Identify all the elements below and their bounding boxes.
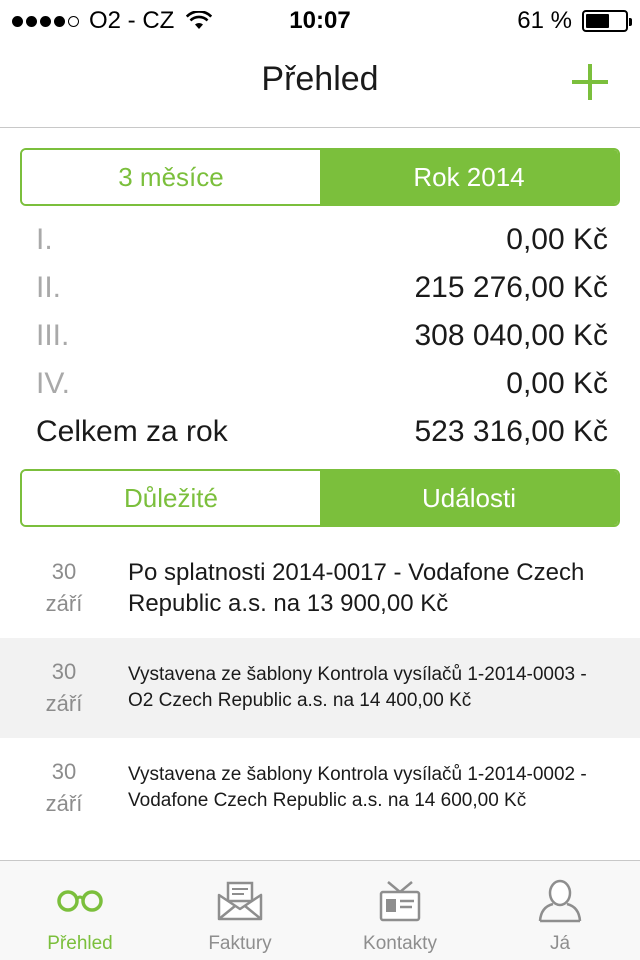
tab-label: Faktury — [208, 933, 272, 954]
event-month: září — [45, 791, 83, 816]
envelope-icon — [215, 879, 265, 923]
battery-percent: 61 % — [517, 7, 572, 34]
quarter-value: 0,00 Kč — [506, 223, 608, 256]
event-text: Vystavena ze šablony Kontrola vysílačů 1… — [128, 664, 587, 711]
quarter-row: IV. 0,00 Kč — [36, 360, 608, 408]
segment-important[interactable]: Důležité — [22, 471, 320, 525]
event-date: 30 září — [0, 656, 128, 720]
quarter-label: IV. — [36, 367, 70, 400]
event-month: září — [45, 591, 83, 616]
quarter-row: II. 215 276,00 Kč — [36, 264, 608, 312]
segment-events[interactable]: Události — [320, 471, 618, 525]
event-text: Vystavena ze šablony Kontrola vysílačů 1… — [128, 764, 587, 811]
events-list: 30 září Po splatnosti 2014-0017 - Vodafo… — [0, 538, 640, 838]
list-item[interactable]: 30 září Vystavena ze šablony Kontrola vy… — [0, 638, 640, 738]
tab-contacts[interactable]: Kontakty — [320, 861, 480, 960]
year-total-row: Celkem za rok 523 316,00 Kč — [36, 408, 608, 456]
glasses-icon — [55, 879, 105, 923]
tab-invoices[interactable]: Faktury — [160, 861, 320, 960]
event-day: 30 — [51, 759, 77, 784]
tab-bar: Přehled Faktury Kontakty Já — [0, 860, 640, 960]
event-date: 30 září — [0, 556, 128, 620]
list-segmented-control: Důležité Události — [20, 469, 620, 527]
quarter-label: II. — [36, 271, 62, 304]
quarter-value: 308 040,00 Kč — [414, 319, 609, 352]
quarter-value: 215 276,00 Kč — [414, 271, 609, 304]
quarter-value: 0,00 Kč — [506, 367, 608, 400]
status-right: 61 % — [517, 7, 632, 35]
add-button[interactable] — [572, 64, 608, 100]
page-title: Přehled — [261, 60, 379, 98]
tab-label: Přehled — [47, 933, 113, 954]
segment-year-2014[interactable]: Rok 2014 — [320, 150, 618, 204]
status-bar: O2 - CZ 10:07 61 % — [0, 0, 640, 40]
navigation-bar: Přehled — [0, 40, 640, 128]
year-total-value: 523 316,00 Kč — [414, 415, 609, 448]
segment-3-months[interactable]: 3 měsíce — [22, 150, 320, 204]
period-segmented-control: 3 měsíce Rok 2014 — [20, 148, 620, 206]
quarter-label: III. — [36, 319, 70, 352]
event-date: 30 září — [0, 756, 128, 820]
tab-overview[interactable]: Přehled — [0, 861, 160, 960]
tab-me[interactable]: Já — [480, 861, 640, 960]
quarter-summary: I. 0,00 Kč II. 215 276,00 Kč III. 308 04… — [36, 216, 608, 456]
event-day: 30 — [51, 559, 77, 584]
contact-card-icon — [375, 879, 425, 923]
year-total-label: Celkem za rok — [36, 415, 228, 448]
quarter-row: III. 308 040,00 Kč — [36, 312, 608, 360]
quarter-label: I. — [36, 223, 53, 256]
battery-icon — [582, 10, 632, 32]
event-day: 30 — [51, 659, 77, 684]
event-text: Po splatnosti 2014-0017 - Vodafone Czech… — [128, 559, 585, 617]
tab-label: Já — [549, 933, 571, 954]
tab-label: Kontakty — [363, 933, 437, 954]
event-month: září — [45, 691, 83, 716]
quarter-row: I. 0,00 Kč — [36, 216, 608, 264]
battery-fill — [586, 14, 610, 28]
list-item[interactable]: 30 září Vystavena ze šablony Kontrola vy… — [0, 738, 640, 838]
person-icon — [535, 879, 585, 923]
list-item[interactable]: 30 září Po splatnosti 2014-0017 - Vodafo… — [0, 538, 640, 638]
